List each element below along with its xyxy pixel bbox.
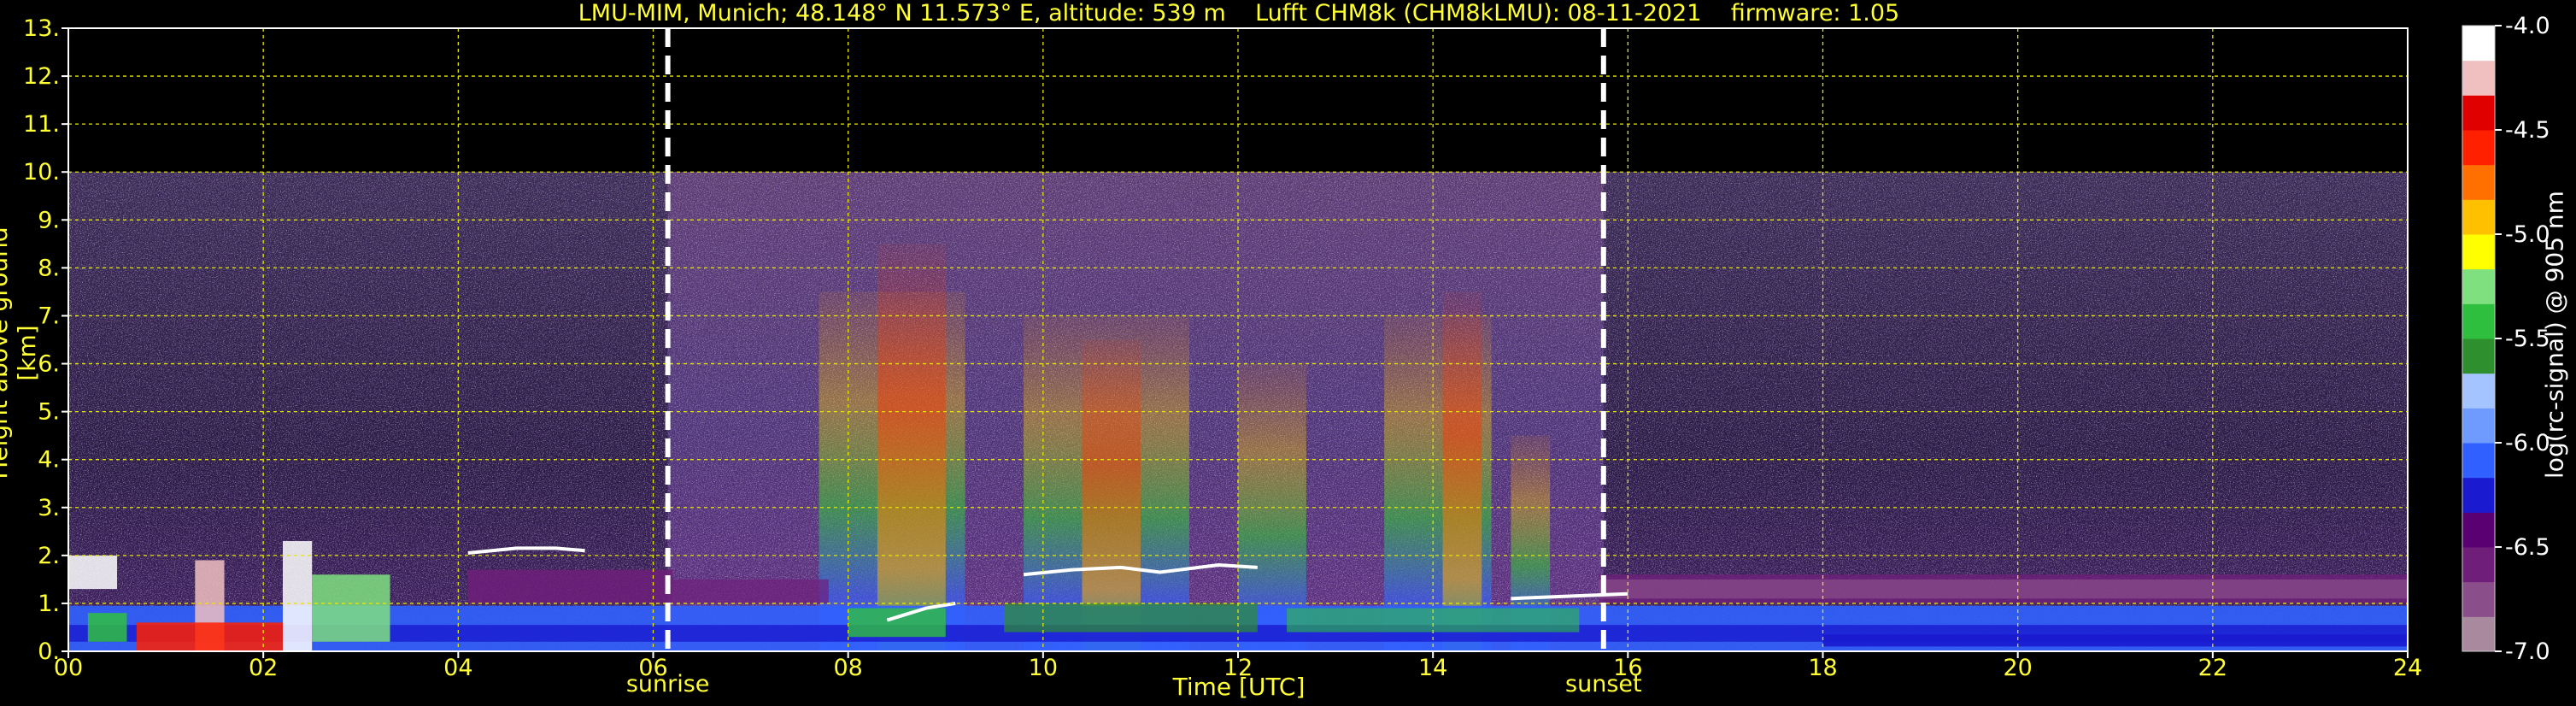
y-tick-label: 3. — [38, 495, 60, 521]
low-cloud — [282, 541, 313, 651]
x-tick-label: 08 — [833, 655, 862, 681]
low-cloud — [312, 574, 390, 642]
x-tick-label: 22 — [2198, 655, 2227, 681]
y-axis-label: Height above ground [km] — [0, 227, 41, 479]
x-tick-label: 14 — [1418, 655, 1447, 681]
y-tick-label: 12. — [23, 63, 60, 90]
colorbar-segment — [2462, 547, 2495, 583]
aerosol-plume — [1442, 291, 1482, 651]
colorbar-segment — [2462, 338, 2495, 374]
colorbar-segment — [2462, 95, 2495, 131]
y-tick-label: 2. — [38, 543, 60, 569]
colorbar-tick-label: -6.5 — [2505, 534, 2550, 561]
colorbar-segment — [2462, 477, 2495, 513]
colorbar-segment — [2462, 26, 2495, 62]
colorbar-tick-label: -4.5 — [2505, 117, 2550, 144]
y-tick-label: 11. — [23, 111, 60, 138]
x-axis-label: Time [UTC] — [1172, 673, 1306, 701]
sunrise-label: sunrise — [625, 671, 710, 697]
y-tick-label: 6. — [38, 351, 60, 378]
aerosol-plume — [877, 244, 946, 651]
y-tick-label: 4. — [38, 447, 60, 474]
x-tick-label: 20 — [2003, 655, 2032, 681]
colorbar-segment — [2462, 443, 2495, 479]
sunset-label: sunset — [1565, 671, 1642, 697]
colorbar-segment — [2462, 199, 2495, 235]
x-tick-label: 02 — [249, 655, 278, 681]
y-tick-label: 13. — [23, 15, 60, 42]
residual-layer-band — [672, 579, 829, 603]
ceilometer-chart: 00 02 04 06 08 10 12 14 16 18 20 22 240.1.2.3.4.5.6.… — [23, 13, 2550, 681]
boundary-layer-band — [848, 608, 946, 638]
colorbar-tick-label: -4.0 — [2505, 13, 2550, 39]
colorbar-segment — [2462, 60, 2495, 96]
y-tick-label: 5. — [38, 399, 60, 426]
residual-layer-band — [467, 569, 673, 603]
colorbar-segment — [2462, 268, 2495, 304]
colorbar-segment — [2462, 512, 2495, 548]
boundary-layer-band — [1822, 634, 2408, 647]
colorbar-segment — [2462, 130, 2495, 166]
y-tick-label: 7. — [38, 303, 60, 329]
low-cloud — [136, 622, 283, 651]
chart-title: LMU-MIM, Munich; 48.148° N 11.573° E, al… — [578, 0, 1900, 26]
boundary-layer-band — [1004, 603, 1258, 632]
colorbar-tick-label: -7.0 — [2505, 638, 2550, 665]
x-tick-label: 24 — [2393, 655, 2422, 681]
x-tick-label: 04 — [443, 655, 472, 681]
colorbar-segment — [2462, 581, 2495, 617]
x-tick-label: 18 — [1808, 655, 1837, 681]
residual-layer-band — [1599, 579, 2408, 599]
x-tick-label: 10 — [1029, 655, 1058, 681]
colorbar-label: log(rc-signal) @ 905 nm — [2540, 191, 2569, 479]
colorbar-segment — [2462, 164, 2495, 200]
colorbar-segment — [2462, 616, 2495, 652]
colorbar-segment — [2462, 408, 2495, 444]
y-tick-label: 10. — [23, 159, 60, 185]
y-tick-label: 0. — [38, 638, 60, 665]
y-tick-label: 1. — [38, 591, 60, 617]
colorbar-segment — [2462, 234, 2495, 270]
colorbar-segment — [2462, 303, 2495, 339]
y-tick-label: 9. — [38, 207, 60, 233]
colorbar-segment — [2462, 373, 2495, 409]
low-cloud — [87, 613, 127, 642]
y-tick-label: 8. — [38, 255, 60, 281]
low-cloud — [68, 555, 118, 590]
